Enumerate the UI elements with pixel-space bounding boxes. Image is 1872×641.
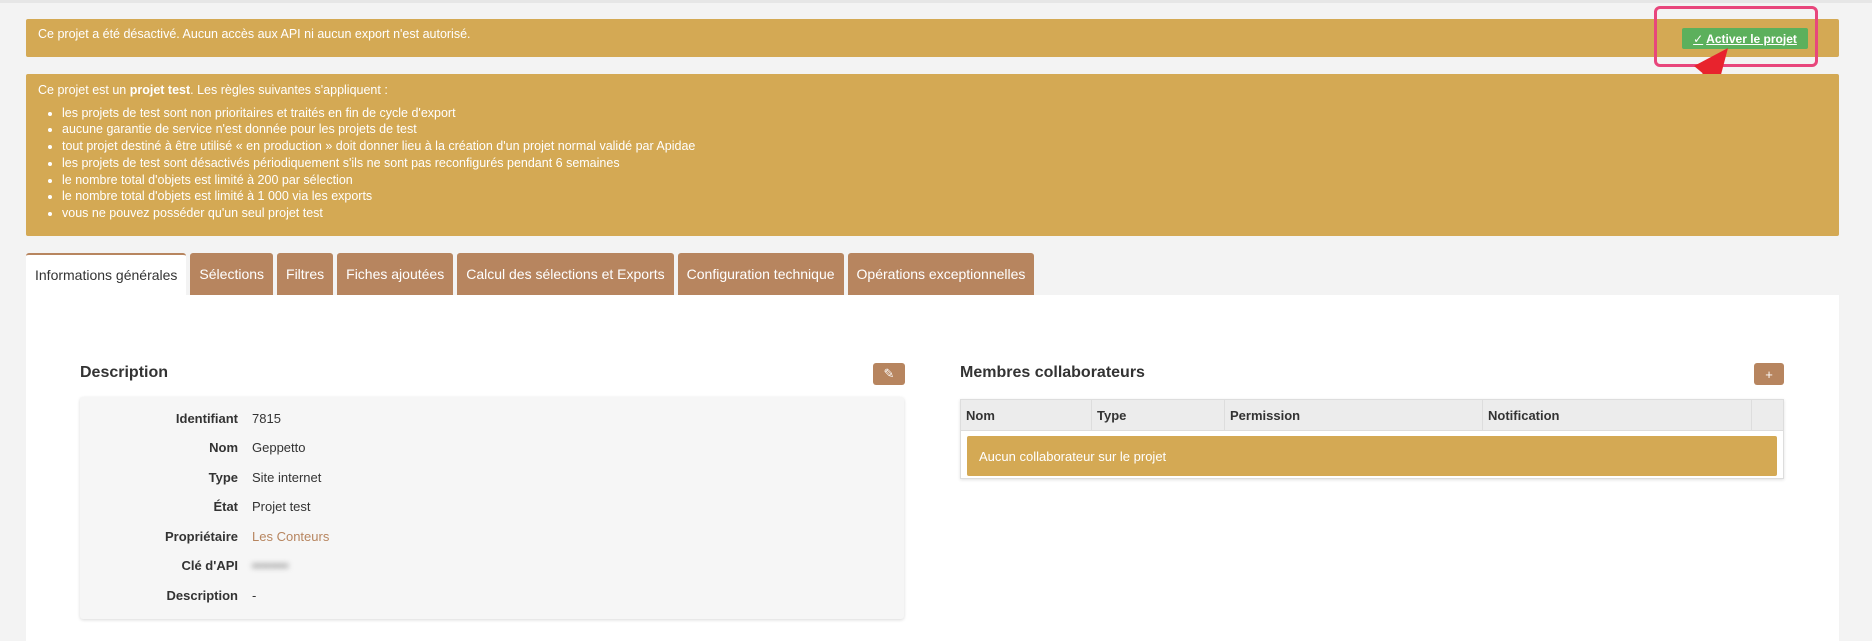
intro-before: Ce projet est un: [38, 83, 130, 97]
desc-value: Projet test: [252, 498, 311, 514]
rule-item: le nombre total d'objets est limité à 20…: [62, 172, 1827, 189]
column-header-notification: Notification: [1483, 400, 1752, 430]
tab-selections[interactable]: Sélections: [190, 253, 274, 295]
tab-filtres[interactable]: Filtres: [277, 253, 334, 295]
edit-description-button[interactable]: ✎: [873, 363, 905, 385]
desc-value: 7815: [252, 410, 281, 426]
description-title: Description: [80, 364, 169, 381]
rule-item: les projets de test sont désactivés péri…: [62, 155, 1827, 172]
desc-value: -: [252, 587, 257, 603]
project-tabs: Informations générales Sélections Filtre…: [26, 253, 1035, 295]
tab-operations-exceptionnelles[interactable]: Opérations exceptionnelles: [847, 253, 1035, 295]
desc-label: État: [213, 498, 238, 514]
desc-label: Clé d'API: [181, 557, 238, 573]
desc-label: Nom: [209, 439, 238, 455]
desc-row-etat: État Projet test: [80, 496, 904, 516]
desc-row-cle-api: Clé d'API ••••••••: [80, 555, 904, 575]
test-project-alert: Ce projet est un projet test. Les règles…: [26, 74, 1839, 236]
test-project-intro: Ce projet est un projet test. Les règles…: [38, 82, 1827, 99]
pencil-icon: ✎: [883, 366, 895, 381]
description-card: Identifiant 7815 Nom Geppetto Type Site …: [80, 397, 904, 619]
members-title: Membres collaborateurs: [960, 364, 1145, 381]
tab-fiches-ajoutees[interactable]: Fiches ajoutées: [337, 253, 454, 295]
desc-label: Type: [208, 469, 238, 485]
desc-label: Identifiant: [175, 410, 238, 426]
desc-row-proprietaire: Propriétaire Les Conteurs: [80, 526, 904, 546]
desc-label: Propriétaire: [165, 528, 238, 544]
desc-value: Site internet: [252, 469, 322, 485]
api-key-value: ••••••••: [252, 557, 289, 573]
deactivated-alert-text: Ce projet a été désactivé. Aucun accès a…: [38, 27, 471, 41]
rule-item: les projets de test sont non prioritaire…: [62, 105, 1827, 122]
intro-bold: projet test: [129, 83, 191, 97]
desc-value: Geppetto: [252, 439, 306, 455]
plus-icon: +: [1765, 366, 1773, 382]
check-icon: ✓: [1693, 31, 1704, 46]
activate-project-button[interactable]: ✓ Activer le projet: [1682, 28, 1808, 49]
members-table-header: Nom Type Permission Notification: [961, 400, 1783, 431]
desc-row-type: Type Site internet: [80, 467, 904, 487]
rule-item: le nombre total d'objets est limité à 1 …: [62, 188, 1827, 205]
members-empty-message: Aucun collaborateur sur le projet: [967, 436, 1777, 476]
members-table: Nom Type Permission Notification Aucun c…: [960, 399, 1784, 479]
tab-configuration-technique[interactable]: Configuration technique: [677, 253, 844, 295]
desc-label: Description: [166, 587, 238, 603]
tab-informations-generales[interactable]: Informations générales: [26, 253, 187, 295]
tab-calcul-selections-exports[interactable]: Calcul des sélections et Exports: [457, 253, 674, 295]
activate-project-label: Activer le projet: [1706, 31, 1797, 46]
column-header-nom: Nom: [961, 400, 1092, 430]
column-header-actions: [1752, 400, 1783, 430]
add-member-button[interactable]: +: [1754, 363, 1784, 385]
rule-item: tout projet destiné à être utilisé « en …: [62, 138, 1827, 155]
rule-item: vous ne pouvez posséder qu'un seul proje…: [62, 205, 1827, 222]
desc-row-identifiant: Identifiant 7815: [80, 408, 904, 428]
intro-after: . Les règles suivantes s'appliquent :: [190, 83, 388, 97]
column-header-type: Type: [1092, 400, 1225, 430]
test-project-rules: les projets de test sont non prioritaire…: [38, 105, 1827, 222]
column-header-permission: Permission: [1225, 400, 1483, 430]
rule-item: aucune garantie de service n'est donnée …: [62, 121, 1827, 138]
desc-row-nom: Nom Geppetto: [80, 437, 904, 457]
top-border: [0, 0, 1872, 3]
deactivated-alert: Ce projet a été désactivé. Aucun accès a…: [26, 19, 1839, 57]
desc-row-description: Description -: [80, 585, 904, 605]
owner-link[interactable]: Les Conteurs: [252, 529, 329, 544]
